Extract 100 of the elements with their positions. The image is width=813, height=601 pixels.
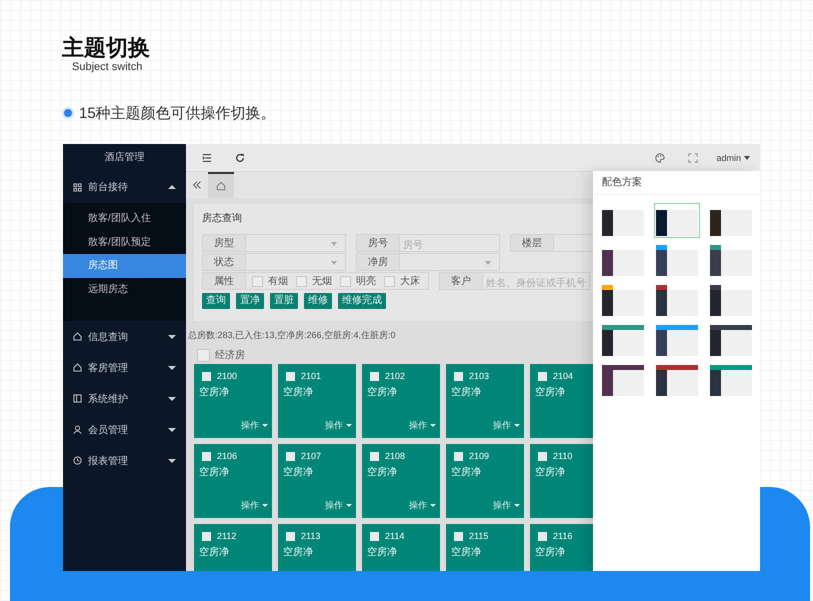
- room-card[interactable]: 2100 空房净 操作: [194, 364, 272, 438]
- menu-item[interactable]: 散客/团队预定: [63, 230, 186, 254]
- room-card[interactable]: 2101 空房净 操作: [278, 364, 356, 438]
- action-menu[interactable]: 操作: [409, 419, 427, 432]
- room-status: 空房净: [199, 466, 230, 479]
- section-subtitle: Subject switch: [71, 61, 144, 74]
- select-field[interactable]: [246, 234, 346, 252]
- checkbox[interactable]: [384, 276, 395, 286]
- fullscreen-icon[interactable]: [688, 152, 698, 162]
- select-field[interactable]: [246, 253, 346, 271]
- checkbox[interactable]: [340, 276, 351, 286]
- room-status: 空房净: [535, 546, 566, 559]
- theme-swatch[interactable]: [654, 243, 700, 278]
- menu-group[interactable]: 会员管理: [63, 414, 186, 445]
- action-menu[interactable]: 操作: [241, 419, 259, 432]
- theme-swatch[interactable]: [654, 203, 700, 238]
- user-menu[interactable]: admin: [716, 152, 741, 162]
- room-number: 2110: [553, 451, 572, 461]
- room-number: 2100: [217, 371, 238, 381]
- bullet-icon: [64, 109, 72, 117]
- checkbox[interactable]: [202, 532, 211, 540]
- checkbox[interactable]: [370, 452, 379, 460]
- clock-icon: [73, 456, 82, 465]
- menu-item[interactable]: 散客/团队入住: [63, 207, 186, 230]
- menu-group[interactable]: 报表管理: [63, 445, 186, 476]
- refresh-icon[interactable]: [235, 152, 245, 162]
- menu-group[interactable]: 前台接待: [63, 171, 186, 203]
- action-button[interactable]: 维修: [304, 293, 332, 309]
- checkbox[interactable]: [286, 372, 295, 380]
- room-card[interactable]: 2102 空房净 操作: [362, 364, 440, 438]
- menu-icon[interactable]: [202, 152, 212, 162]
- checkbox[interactable]: [370, 372, 379, 380]
- theme-swatch[interactable]: [654, 283, 700, 318]
- checkbox[interactable]: [286, 532, 295, 540]
- room-card[interactable]: 2109 空房净 操作: [446, 444, 524, 518]
- room-card[interactable]: 2103 空房净 操作: [446, 364, 524, 438]
- field-label: 客户: [439, 272, 483, 290]
- checkbox[interactable]: [252, 276, 263, 286]
- room-card[interactable]: 2106 空房净 操作: [194, 444, 272, 518]
- theme-swatch[interactable]: [600, 283, 646, 318]
- select-field[interactable]: [400, 253, 500, 271]
- room-status: 空房净: [451, 546, 482, 559]
- checkbox[interactable]: [538, 532, 547, 540]
- checkbox[interactable]: [202, 372, 211, 380]
- menu-group[interactable]: 系统维护: [63, 383, 186, 414]
- menu-item[interactable]: 房态图: [63, 254, 186, 278]
- checkbox[interactable]: [202, 452, 211, 460]
- menu-group[interactable]: 信息查询: [63, 321, 186, 352]
- room-card[interactable]: 2115 空房净: [446, 524, 524, 571]
- theme-swatch[interactable]: [708, 323, 754, 358]
- room-card[interactable]: 2107 空房净 操作: [278, 444, 356, 518]
- action-menu[interactable]: 操作: [493, 499, 511, 512]
- room-card[interactable]: 2112 空房净: [194, 524, 272, 571]
- checkbox[interactable]: [286, 452, 295, 460]
- caret-icon: [331, 261, 337, 265]
- room-card[interactable]: 2113 空房净: [278, 524, 356, 571]
- checkbox[interactable]: [197, 348, 210, 362]
- room-number: 2109: [469, 451, 490, 461]
- room-status: 空房净: [451, 386, 482, 399]
- section-title: 主题切换: [62, 35, 150, 61]
- theme-swatch[interactable]: [600, 363, 646, 398]
- theme-swatch[interactable]: [708, 363, 754, 398]
- action-button[interactable]: 置脏: [270, 293, 298, 309]
- action-menu[interactable]: 操作: [325, 499, 343, 512]
- room-status: 空房净: [535, 466, 566, 479]
- room-card[interactable]: 2108 空房净 操作: [362, 444, 440, 518]
- app-title: 酒店管理: [104, 150, 146, 165]
- action-button[interactable]: 查询: [202, 293, 230, 309]
- home-tab[interactable]: [208, 172, 234, 198]
- theme-swatch[interactable]: [654, 363, 700, 398]
- double-chevron-icon[interactable]: [192, 180, 202, 190]
- checkbox[interactable]: [454, 532, 463, 540]
- action-menu[interactable]: 操作: [241, 499, 259, 512]
- checkbox[interactable]: [538, 452, 547, 460]
- theme-swatch[interactable]: [654, 323, 700, 358]
- action-menu[interactable]: 操作: [493, 419, 511, 432]
- theme-swatch[interactable]: [708, 243, 754, 278]
- room-status: 空房净: [451, 466, 482, 479]
- theme-swatch[interactable]: [708, 283, 754, 318]
- checkbox[interactable]: [370, 532, 379, 540]
- checkbox[interactable]: [454, 452, 463, 460]
- checkbox[interactable]: [296, 276, 307, 286]
- checkbox[interactable]: [454, 372, 463, 380]
- menu-item[interactable]: 远期房态: [63, 278, 186, 301]
- caret-icon: [168, 458, 176, 462]
- room-status: 空房净: [199, 546, 230, 559]
- caret-icon: [168, 334, 176, 338]
- checkbox[interactable]: [538, 372, 547, 380]
- action-button[interactable]: 维修完成: [338, 293, 386, 309]
- room-status: 空房净: [199, 386, 230, 399]
- action-button[interactable]: 置净: [236, 293, 264, 309]
- room-card[interactable]: 2114 空房净: [362, 524, 440, 571]
- palette-icon[interactable]: [655, 152, 666, 162]
- action-menu[interactable]: 操作: [409, 499, 427, 512]
- room-status: 空房净: [283, 466, 314, 479]
- caret-icon: [168, 396, 176, 400]
- theme-swatch[interactable]: [600, 323, 646, 358]
- menu-group[interactable]: 客房管理: [63, 352, 186, 383]
- checkbox-label: 明亮: [356, 274, 376, 288]
- action-menu[interactable]: 操作: [325, 419, 343, 432]
